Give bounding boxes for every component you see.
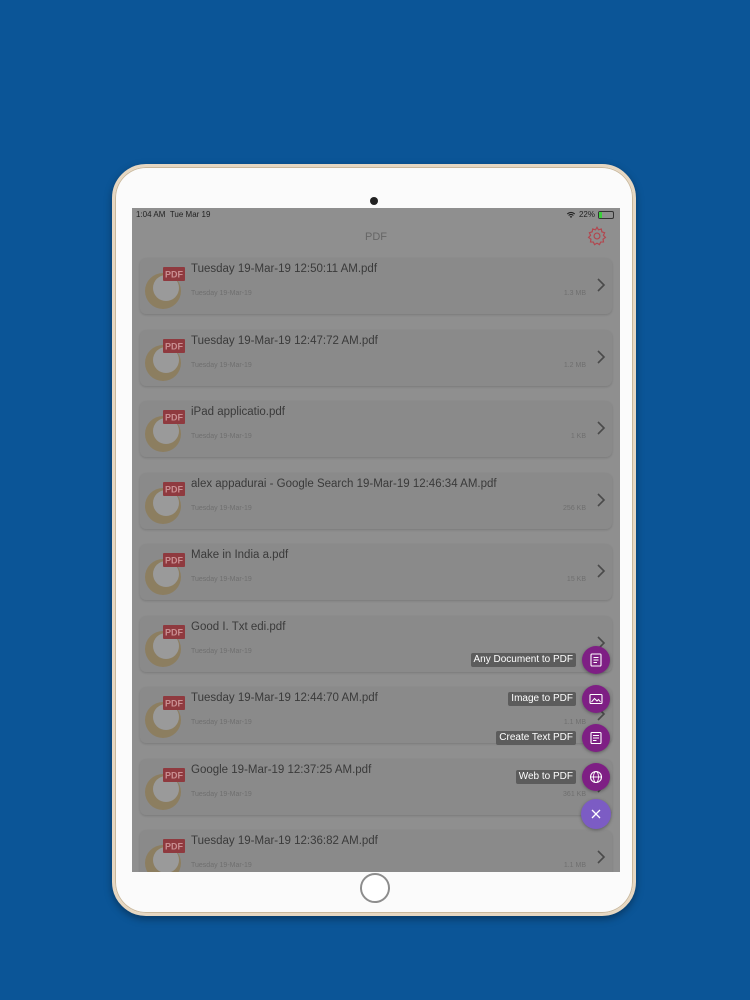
file-date: Tuesday 19-Mar-19	[191, 790, 252, 798]
file-date: Tuesday 19-Mar-19	[191, 504, 252, 512]
globe-icon[interactable]	[582, 763, 610, 791]
status-time-text: 1:04 AM	[136, 210, 166, 219]
chevron-right-icon	[596, 563, 606, 579]
status-date-text: Tue Mar 19	[169, 210, 211, 219]
status-bar: 1:04 AM Tue Mar 19 22%	[132, 208, 620, 221]
file-title: Tuesday 19-Mar-19 12:36:82 AM.pdf	[191, 835, 378, 847]
battery-percent: 22%	[578, 210, 595, 219]
fab-menu-item[interactable]: Image to PDF	[410, 685, 610, 713]
chevron-right-icon	[596, 420, 606, 436]
chevron-right-icon	[596, 492, 606, 508]
svg-text:PDF: PDF	[165, 484, 184, 494]
fab-item-label[interactable]: Web to PDF	[515, 770, 576, 784]
pdf-file-icon: PDF	[144, 693, 190, 741]
document-icon[interactable]	[582, 646, 610, 674]
pdf-file-icon: PDF	[144, 622, 190, 670]
app-screen: 1:04 AM Tue Mar 19 22% PDF PDF Tuesday 1…	[132, 208, 620, 872]
pdf-file-icon: PDF	[144, 407, 190, 455]
svg-text:PDF: PDF	[165, 556, 184, 566]
fab-menu-item[interactable]: Web to PDF	[410, 763, 610, 791]
file-size: 1.1 MB	[563, 862, 586, 869]
file-title: alex appadurai - Google Search 19-Mar-19…	[191, 477, 497, 490]
fab-item-label[interactable]: Create Text PDF	[496, 731, 576, 745]
file-date: Tuesday 19-Mar-19	[191, 576, 252, 583]
pdf-file-icon: PDF	[144, 765, 190, 813]
svg-text:PDF: PDF	[165, 413, 184, 423]
svg-text:PDF: PDF	[165, 842, 184, 852]
list-item[interactable]: PDF Tuesday 19-Mar-19 12:47:72 AM.pdf Tues…	[140, 329, 612, 386]
file-size: 1.3 MB	[563, 290, 586, 297]
battery-fill	[599, 211, 603, 218]
battery-icon	[598, 210, 614, 219]
fab-menu-item[interactable]: Create Text PDF	[410, 724, 610, 752]
pdf-file-icon: PDF	[144, 550, 190, 598]
list-item[interactable]: PDF Make in India a.pdf Tuesday 19-Mar-19 1…	[140, 544, 612, 600]
file-title: Tuesday 19-Mar-19 12:47:72 AM.pdf	[191, 334, 378, 347]
file-title: Tuesday 19-Mar-19 12:44:70 AM.pdf	[191, 692, 378, 704]
image-icon[interactable]	[582, 685, 610, 713]
svg-text:PDF: PDF	[165, 770, 184, 780]
file-title: Good I. Txt edi.pdf	[191, 620, 286, 633]
list-item[interactable]: PDF alex appadurai - Google Search 19-Mar…	[140, 472, 612, 529]
file-date: Tuesday 19-Mar-19	[191, 361, 252, 369]
list-item[interactable]: PDF iPad applicatio.pdf Tuesday 19-Mar-19 1…	[140, 401, 612, 457]
chevron-right-icon	[596, 849, 606, 865]
pdf-file-icon: PDF	[144, 836, 190, 872]
file-size: 361 KB	[563, 790, 586, 798]
file-size: 1 KB	[570, 433, 586, 440]
status-right: 22%	[566, 208, 614, 221]
list-item[interactable]: PDF Tuesday 19-Mar-19 12:50:11 AM.pdf Tues…	[140, 258, 612, 314]
pdf-file-icon: PDF	[144, 264, 190, 312]
chevron-right-icon	[596, 277, 606, 293]
fab-menu-item[interactable]: Any Document to PDF	[410, 646, 610, 674]
file-date: Tuesday 19-Mar-19	[191, 433, 252, 440]
page-title: PDF	[365, 231, 387, 243]
file-size: 15 KB	[566, 576, 586, 583]
wifi-icon	[566, 211, 576, 218]
file-size: 1.2 MB	[563, 361, 586, 369]
file-date: Tuesday 19-Mar-19	[191, 719, 252, 726]
pdf-file-icon: PDF	[144, 479, 190, 527]
list-item[interactable]: PDF Tuesday 19-Mar-19 12:36:82 AM.pdf Tues…	[140, 830, 612, 872]
pdf-file-icon: PDF	[144, 336, 190, 384]
file-date: Tuesday 19-Mar-19	[191, 647, 252, 655]
close-icon	[591, 809, 601, 819]
text-edit-icon[interactable]	[582, 724, 610, 752]
svg-text:PDF: PDF	[165, 699, 184, 709]
navigation-bar: PDF	[132, 221, 620, 257]
ipad-device-frame: 1:04 AM Tue Mar 19 22% PDF PDF Tuesday 1…	[112, 164, 636, 916]
fab-item-label[interactable]: Image to PDF	[508, 692, 576, 706]
file-size: 256 KB	[563, 504, 586, 512]
camera	[370, 197, 378, 205]
file-title: iPad applicatio.pdf	[191, 406, 285, 418]
home-button[interactable]	[360, 873, 390, 903]
file-title: Tuesday 19-Mar-19 12:50:11 AM.pdf	[191, 263, 378, 275]
chevron-right-icon	[596, 349, 606, 365]
file-date: Tuesday 19-Mar-19	[191, 862, 252, 869]
file-title: Google 19-Mar-19 12:37:25 AM.pdf	[191, 763, 372, 776]
svg-text:PDF: PDF	[165, 341, 184, 351]
file-title: Make in India a.pdf	[191, 549, 289, 561]
fab-item-label[interactable]: Any Document to PDF	[470, 653, 576, 667]
gear-icon[interactable]	[586, 225, 608, 247]
fab-close-button[interactable]	[581, 799, 611, 829]
status-time: 1:04 AM Tue Mar 19	[136, 208, 210, 221]
svg-text:PDF: PDF	[165, 627, 184, 637]
svg-text:PDF: PDF	[165, 270, 184, 280]
file-date: Tuesday 19-Mar-19	[191, 290, 252, 297]
